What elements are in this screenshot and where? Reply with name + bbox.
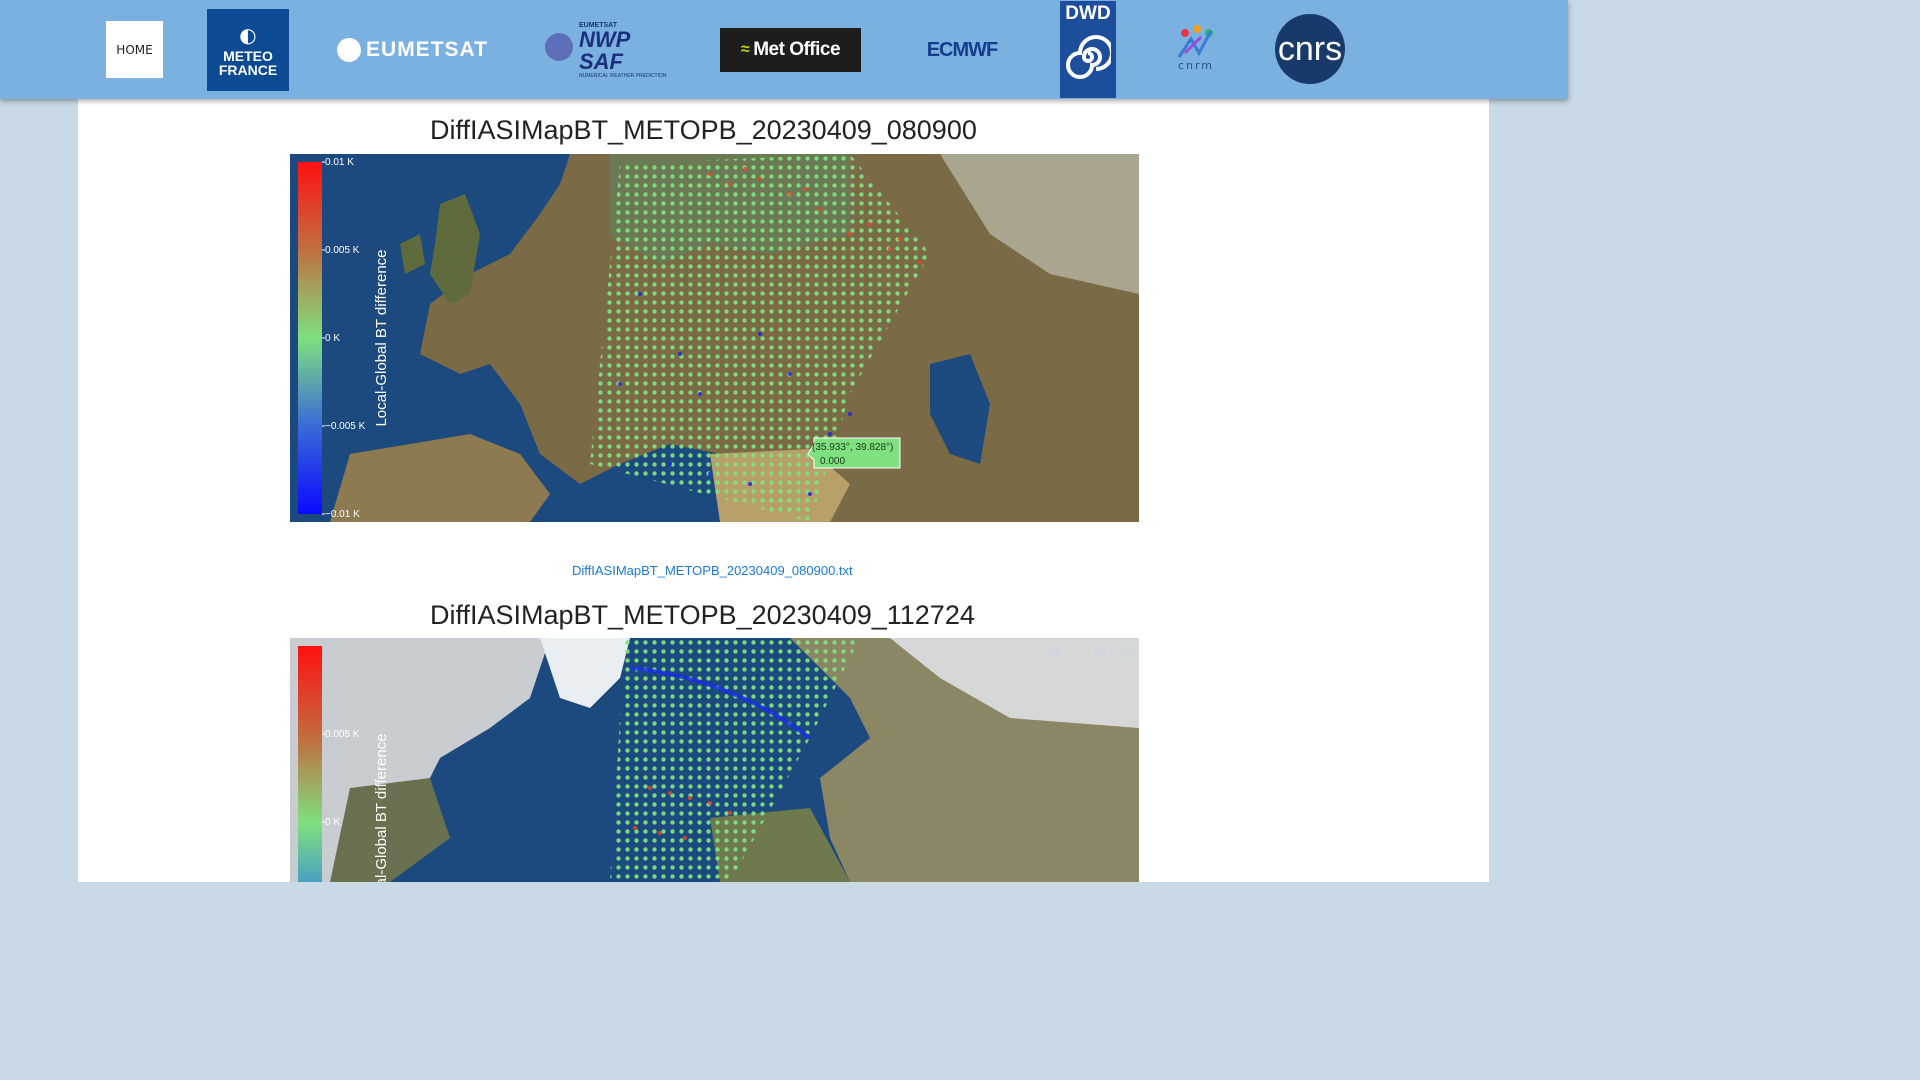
eumetsat-logo-text: EUMETSAT <box>366 38 488 61</box>
tooltip-coords: (35.933°, 39.828°) <box>812 442 893 453</box>
nwp-saf-sub-text: NUMERICAL WEATHER PREDICTION <box>579 72 667 79</box>
met-office-logo-text: Met Office <box>753 39 841 60</box>
colorbar-tick: 0.005 K <box>325 245 360 256</box>
colorbar-tick: 0.01 K <box>325 157 354 168</box>
colorbar-label: Local-Global BT difference <box>373 733 390 882</box>
modebar-pan-icon[interactable] <box>1095 648 1105 656</box>
home-button[interactable]: HOME <box>106 21 163 78</box>
colorbar-tick: 0.005 K <box>325 729 360 740</box>
cnrs-logo[interactable]: cnrs <box>1275 14 1345 84</box>
meteo-france-logo-text: METEO FRANCE <box>218 47 278 78</box>
tooltip-value: 0.000 <box>820 456 845 467</box>
cnrm-logo-text: cnrm <box>1177 59 1215 72</box>
colorbar-tick: −0.01 K <box>325 509 360 520</box>
dwd-swirl-icon <box>1066 35 1111 79</box>
met-office-waves-icon: ≈ <box>740 41 750 58</box>
nwp-saf-logo-text: NWP SAF <box>579 26 630 74</box>
colorbar-label: Local-Global BT difference <box>373 249 390 426</box>
map-plot-1[interactable]: 0.01 K 0.005 K 0 K −0.005 K −0.01 K Loca… <box>290 154 1139 522</box>
meteo-france-emblem-icon: ◐ <box>239 22 257 47</box>
eumetsat-globe-icon <box>337 38 362 62</box>
nwp-saf-swirl-icon <box>545 33 573 61</box>
met-office-logo[interactable]: ≈ Met Office <box>720 28 861 72</box>
dwd-logo-text: DWD <box>1065 3 1111 24</box>
colorbar-tick: 0 K <box>325 817 340 828</box>
colorbar <box>298 162 322 514</box>
modebar-plotly-icon[interactable] <box>1122 646 1134 658</box>
cnrs-logo-text: cnrs <box>1277 29 1343 68</box>
nwp-saf-logo[interactable]: EUMETSAT NWP SAF NUMERICAL WEATHER PREDI… <box>545 22 675 79</box>
colorbar <box>298 646 322 882</box>
eumetsat-logo[interactable]: EUMETSAT <box>335 30 490 70</box>
ecmwf-logo-text: ECMWF <box>926 38 999 61</box>
plot-title: DiffIASIMapBT_METOPB_20230409_080900 <box>430 115 977 145</box>
colorbar-tick: 0 K <box>325 333 340 344</box>
cnrm-logo[interactable]: cnrm <box>1166 20 1226 75</box>
plot-title: DiffIASIMapBT_METOPB_20230409_112724 <box>430 600 975 630</box>
top-navigation-bar: HOME ◐ METEO FRANCE EUMETSAT EUMETSAT NW… <box>0 0 1568 99</box>
ecmwf-logo[interactable]: ECMWF <box>906 36 1018 64</box>
modebar-zoom-icon[interactable] <box>1050 648 1060 656</box>
hover-tooltip: (35.933°, 39.828°) 0.000 <box>807 437 901 469</box>
colorbar-tick: −0.005 K <box>325 421 366 432</box>
map-plot-2[interactable]: 0.005 K 0 K Local-Global BT difference <box>290 638 1139 882</box>
cnrm-figure-icon <box>1177 25 1213 58</box>
dwd-logo[interactable]: DWD <box>1060 1 1116 98</box>
data-file-link[interactable]: DiffIASIMapBT_METOPB_20230409_080900.txt <box>572 563 853 578</box>
meteo-france-logo[interactable]: ◐ METEO FRANCE <box>207 9 289 91</box>
